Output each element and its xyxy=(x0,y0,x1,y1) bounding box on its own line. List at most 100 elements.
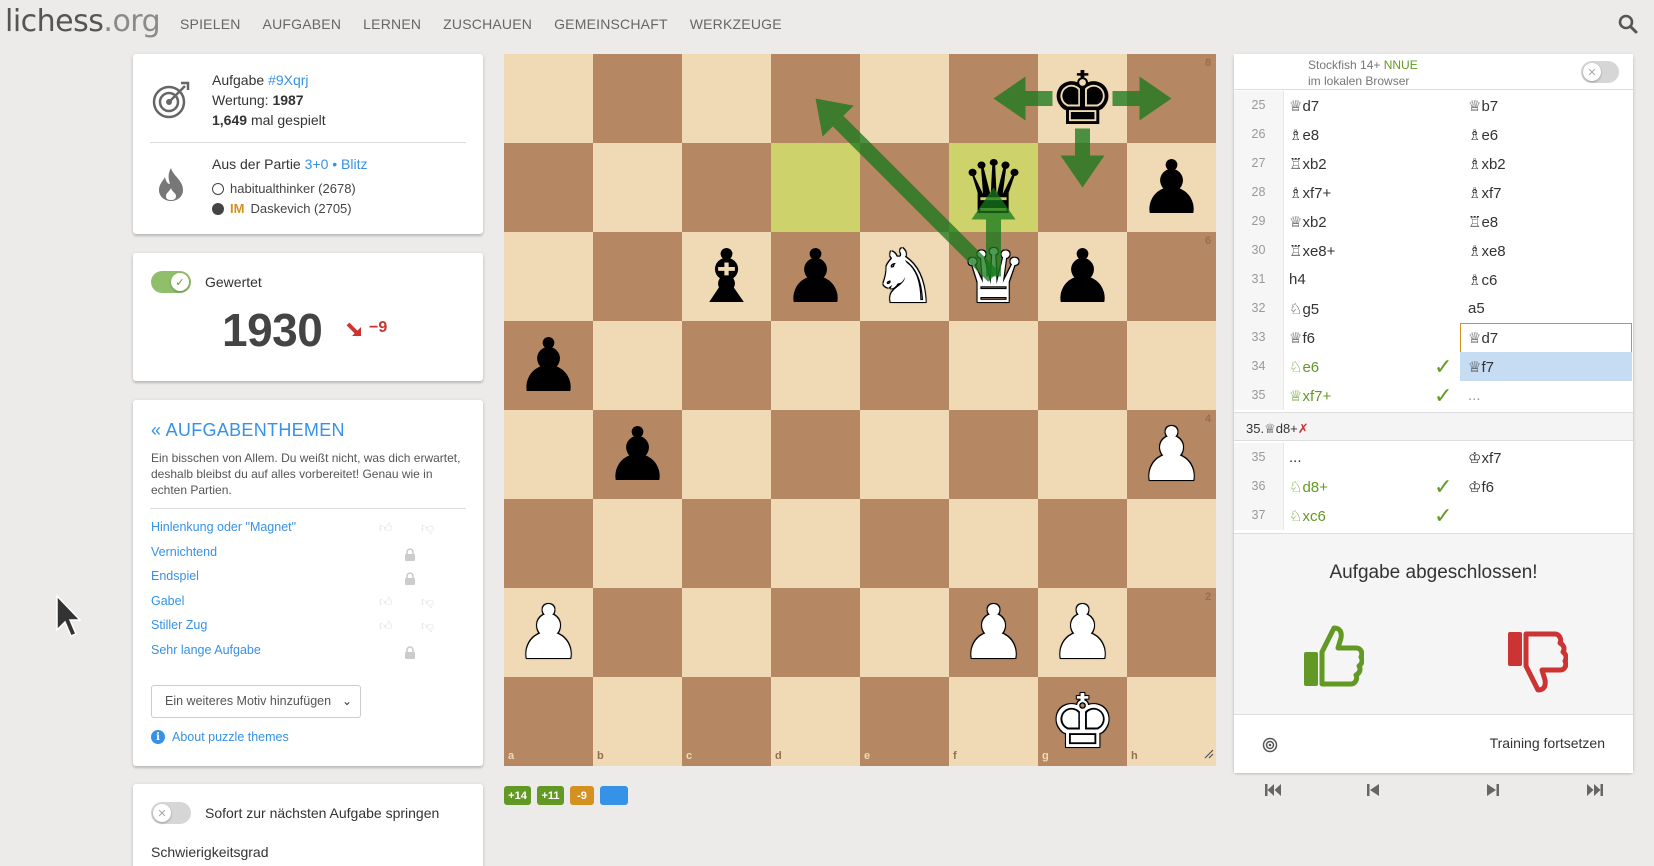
square-c3[interactable] xyxy=(682,499,771,588)
square-e4[interactable] xyxy=(860,410,949,499)
nav-play[interactable]: SPIELEN xyxy=(180,16,241,32)
square-b7[interactable] xyxy=(593,143,682,232)
theme-item-label[interactable]: Sehr lange Aufgabe xyxy=(151,643,261,657)
square-b5[interactable] xyxy=(593,321,682,410)
theme-item-label[interactable]: Gabel xyxy=(151,594,184,608)
square-d1[interactable] xyxy=(771,677,860,766)
white-move[interactable]: ♘d8+ xyxy=(1289,478,1328,496)
white-knight-e6[interactable]: ♞ xyxy=(860,232,949,321)
square-f5[interactable] xyxy=(949,321,1038,410)
theme-item-label[interactable]: Hinlenkung oder "Magnet" xyxy=(151,520,296,534)
square-d3[interactable] xyxy=(771,499,860,588)
score-badge[interactable]: +11 xyxy=(537,786,564,805)
square-e3[interactable] xyxy=(860,499,949,588)
square-h2[interactable] xyxy=(1127,588,1216,677)
square-g3[interactable] xyxy=(1038,499,1127,588)
theme-item-label[interactable]: Stiller Zug xyxy=(151,618,207,632)
square-d5[interactable] xyxy=(771,321,860,410)
white-pawn-h4[interactable]: ♟ xyxy=(1127,410,1216,499)
square-d2[interactable] xyxy=(771,588,860,677)
square-f4[interactable] xyxy=(949,410,1038,499)
black-move[interactable]: ♗xe8 xyxy=(1468,242,1506,260)
thumbs-up-icon[interactable] xyxy=(1300,622,1365,699)
square-b2[interactable] xyxy=(593,588,682,677)
black-pawn-a5[interactable]: ♟ xyxy=(504,321,593,410)
black-pawn-b4[interactable]: ♟ xyxy=(593,410,682,499)
square-c2[interactable] xyxy=(682,588,771,677)
variation-line[interactable]: 35.♕d8+✗ xyxy=(1234,412,1633,441)
black-move[interactable]: ♕f7 xyxy=(1468,358,1494,376)
nav-puzzles[interactable]: AUFGABEN xyxy=(263,16,342,32)
square-d7[interactable] xyxy=(771,143,860,232)
black-player[interactable]: IM Daskevich (2705) xyxy=(212,201,352,216)
white-move[interactable]: ♖xb2 xyxy=(1289,155,1327,173)
black-move[interactable]: ♗e6 xyxy=(1468,126,1498,144)
thumbs-up-icon[interactable]: 👍︎ xyxy=(379,618,393,634)
nav-watch[interactable]: ZUSCHAUEN xyxy=(443,16,532,32)
white-move[interactable]: ... xyxy=(1289,449,1302,466)
white-move[interactable]: ♘xc6 xyxy=(1289,507,1326,525)
prev-icon[interactable] xyxy=(1366,782,1380,803)
nav-community[interactable]: GEMEINSCHAFT xyxy=(554,16,668,32)
engine-toggle[interactable]: ✕ xyxy=(1581,61,1619,83)
white-move[interactable]: ♗xf7+ xyxy=(1289,184,1331,202)
black-queen-f7[interactable]: ♛ xyxy=(949,143,1038,232)
nav-tools[interactable]: WERKZEUGE xyxy=(690,16,782,32)
game-time-link[interactable]: 3+0 xyxy=(305,156,329,172)
square-c7[interactable] xyxy=(682,143,771,232)
black-move[interactable]: a5 xyxy=(1468,300,1485,317)
square-b6[interactable] xyxy=(593,232,682,321)
puzzle-id-link[interactable]: #9Xqrj xyxy=(268,72,308,88)
black-move[interactable]: ♕d7 xyxy=(1468,329,1498,347)
square-c5[interactable] xyxy=(682,321,771,410)
square-h8[interactable] xyxy=(1127,54,1216,143)
square-g7[interactable] xyxy=(1038,143,1127,232)
white-move[interactable]: ♕xf7+ xyxy=(1289,387,1331,405)
thumbs-down-icon[interactable] xyxy=(1504,624,1569,701)
square-e8[interactable] xyxy=(860,54,949,143)
square-d4[interactable] xyxy=(771,410,860,499)
white-move[interactable]: ♗e8 xyxy=(1289,126,1319,144)
square-a1[interactable] xyxy=(504,677,593,766)
black-move[interactable]: ♖e8 xyxy=(1468,213,1498,231)
square-b8[interactable] xyxy=(593,54,682,143)
white-player[interactable]: habitualthinker (2678) xyxy=(212,181,356,196)
theme-item-label[interactable]: Vernichtend xyxy=(151,545,217,559)
black-pawn-h7[interactable]: ♟ xyxy=(1127,143,1216,232)
chess-board[interactable]: abcdefgh87654321 ♚ ♛ ♟ ♝ ♟ ♞ ♛ ♟ ♟ ♟ ♟ ♟ ♟ ♟ ♚ xyxy=(504,54,1216,766)
resize-handle-icon[interactable] xyxy=(1204,746,1214,764)
score-badge[interactable]: +14 xyxy=(504,786,531,805)
nav-learn[interactable]: LERNEN xyxy=(363,16,421,32)
add-theme-select[interactable]: Ein weiteres Motiv hinzufügen ⌄ xyxy=(151,685,361,718)
square-f1[interactable] xyxy=(949,677,1038,766)
square-f3[interactable] xyxy=(949,499,1038,588)
thumbs-down-icon[interactable]: 👎︎ xyxy=(421,618,434,634)
square-h1[interactable] xyxy=(1127,677,1216,766)
square-h6[interactable] xyxy=(1127,232,1216,321)
square-a6[interactable] xyxy=(504,232,593,321)
thumbs-up-icon[interactable]: 👍︎ xyxy=(379,520,393,536)
white-pawn-f2[interactable]: ♟ xyxy=(949,588,1038,677)
white-move[interactable]: h4 xyxy=(1289,271,1306,288)
thumbs-down-icon[interactable]: 👎︎ xyxy=(421,520,434,536)
square-c4[interactable] xyxy=(682,410,771,499)
white-move[interactable]: ♕d7 xyxy=(1289,97,1319,115)
next-icon[interactable] xyxy=(1486,782,1500,803)
site-logo[interactable]: lichess.org xyxy=(5,4,161,39)
black-move[interactable]: ♔xf7 xyxy=(1468,449,1501,467)
white-pawn-g2[interactable]: ♟ xyxy=(1038,588,1127,677)
search-icon[interactable] xyxy=(1618,14,1640,36)
square-a8[interactable] xyxy=(504,54,593,143)
square-g5[interactable] xyxy=(1038,321,1127,410)
last-icon[interactable] xyxy=(1586,782,1604,803)
square-a4[interactable] xyxy=(504,410,593,499)
score-badge[interactable]: -9 xyxy=(570,786,594,805)
square-a7[interactable] xyxy=(504,143,593,232)
thumbs-up-icon[interactable]: 👍︎ xyxy=(379,594,393,610)
black-pawn-d6[interactable]: ♟ xyxy=(771,232,860,321)
white-queen-f6[interactable]: ♛ xyxy=(949,232,1038,321)
square-h5[interactable] xyxy=(1127,321,1216,410)
black-move[interactable]: ♗xf7 xyxy=(1468,184,1501,202)
square-c1[interactable] xyxy=(682,677,771,766)
black-move[interactable]: ♗xb2 xyxy=(1468,155,1506,173)
